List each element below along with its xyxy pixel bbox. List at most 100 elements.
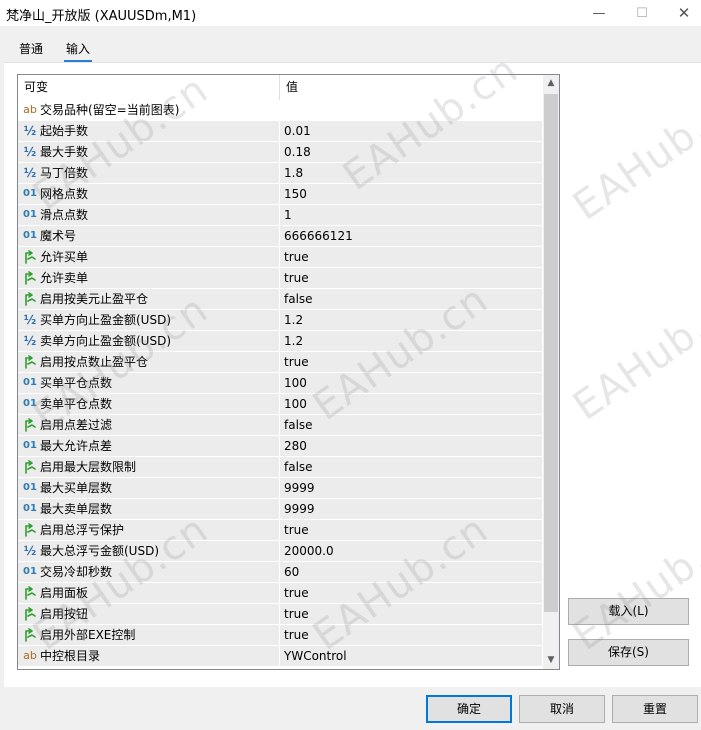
scroll-down-icon[interactable]: ▼ <box>543 652 559 669</box>
table-row[interactable]: ½ 最大手数 0.18 <box>18 142 542 163</box>
param-name-cell: ab 中控根目录 <box>18 646 280 666</box>
table-row[interactable]: 01 卖单平仓点数 100 <box>18 394 542 415</box>
grid-rows: ab 交易品种(留空=当前图表) ½ 起始手数 0.01 ½ 最大手数 0.18 ½ 马丁倍数 1.… <box>18 100 542 667</box>
param-value-cell[interactable]: true <box>280 268 542 288</box>
double-type-icon: ½ <box>23 334 37 348</box>
param-name-cell: 允许卖单 <box>18 268 280 288</box>
table-row[interactable]: 启用按美元止盈平仓 false <box>18 289 542 310</box>
param-name-cell: ½ 最大手数 <box>18 142 280 162</box>
int-type-icon: 01 <box>23 566 37 577</box>
window-title: 梵净山_开放版 (XAUUSDm,M1) <box>6 9 197 24</box>
int-type-icon: 01 <box>23 482 37 493</box>
param-value-cell[interactable]: 100 <box>280 373 542 393</box>
column-header-value[interactable]: 值 <box>280 75 542 100</box>
param-value-cell[interactable]: 9999 <box>280 499 542 519</box>
double-type-icon: ½ <box>23 166 37 180</box>
tab-common[interactable]: 普通 <box>17 40 45 60</box>
table-row[interactable]: 启用总浮亏保护 true <box>18 520 542 541</box>
vertical-scrollbar[interactable]: ▲ ▼ <box>543 75 559 669</box>
param-value-cell[interactable]: 1 <box>280 205 542 225</box>
table-row[interactable]: 01 买单平仓点数 100 <box>18 373 542 394</box>
param-value-cell[interactable]: 60 <box>280 562 542 582</box>
param-name: 起始手数 <box>40 124 89 138</box>
title-bar: 梵净山_开放版 (XAUUSDm,M1) — ☐ ✕ <box>0 0 701 26</box>
bool-type-icon <box>22 352 38 372</box>
param-name-cell: 允许买单 <box>18 247 280 267</box>
param-value-cell[interactable]: true <box>280 520 542 540</box>
param-value-cell[interactable]: 1.8 <box>280 163 542 183</box>
param-value-cell[interactable]: false <box>280 289 542 309</box>
param-name: 启用按点数止盈平仓 <box>40 355 149 369</box>
param-name-cell: ½ 马丁倍数 <box>18 163 280 183</box>
param-value-cell[interactable]: true <box>280 352 542 372</box>
table-row[interactable]: 01 魔术号 666666121 <box>18 226 542 247</box>
table-row[interactable]: ab 中控根目录 YWControl <box>18 646 542 667</box>
table-row[interactable]: 01 滑点点数 1 <box>18 205 542 226</box>
tab-inputs[interactable]: 输入 <box>64 40 93 62</box>
param-name: 魔术号 <box>40 229 77 243</box>
table-row[interactable]: 01 网格点数 150 <box>18 184 542 205</box>
param-value-cell[interactable]: 1.2 <box>280 310 542 330</box>
table-row[interactable]: 启用最大层数限制 false <box>18 457 542 478</box>
table-row[interactable]: 启用外部EXE控制 true <box>18 625 542 646</box>
param-name: 启用点差过滤 <box>40 418 113 432</box>
param-name: 交易品种(留空=当前图表) <box>40 103 180 117</box>
cancel-button[interactable]: 取消 <box>519 695 605 723</box>
param-name-cell: 启用点差过滤 <box>18 415 280 435</box>
param-value-cell[interactable]: false <box>280 457 542 477</box>
scroll-thumb[interactable] <box>544 94 558 612</box>
param-value-cell[interactable]: true <box>280 583 542 603</box>
ok-button[interactable]: 确定 <box>426 695 512 723</box>
param-value-cell[interactable]: 150 <box>280 184 542 204</box>
int-type-icon: 01 <box>23 230 37 241</box>
column-header-name[interactable]: 可变 <box>18 75 280 100</box>
table-row[interactable]: 01 最大买单层数 9999 <box>18 478 542 499</box>
bool-type-icon <box>22 457 38 477</box>
reset-button[interactable]: 重置 <box>612 695 698 723</box>
scroll-up-icon[interactable]: ▲ <box>543 75 559 92</box>
table-row[interactable]: 01 最大卖单层数 9999 <box>18 499 542 520</box>
param-value-cell[interactable]: 280 <box>280 436 542 456</box>
table-row[interactable]: ½ 最大总浮亏金额(USD) 20000.0 <box>18 541 542 562</box>
table-row[interactable]: ½ 买单方向止盈金额(USD) 1.2 <box>18 310 542 331</box>
param-value-cell[interactable] <box>280 100 542 120</box>
param-name: 最大总浮亏金额(USD) <box>40 544 160 558</box>
param-name: 卖单平仓点数 <box>40 397 113 411</box>
load-button[interactable]: 载入(L) <box>568 598 689 625</box>
double-type-icon: ½ <box>23 145 37 159</box>
param-value-cell[interactable]: 9999 <box>280 478 542 498</box>
table-row[interactable]: ½ 起始手数 0.01 <box>18 121 542 142</box>
param-value-cell[interactable]: 0.01 <box>280 121 542 141</box>
param-value-cell[interactable]: true <box>280 247 542 267</box>
table-row[interactable]: 启用按点数止盈平仓 true <box>18 352 542 373</box>
maximize-icon[interactable]: ☐ <box>620 0 664 26</box>
tab-strip: 普通 输入 <box>0 38 701 62</box>
param-value-cell[interactable]: 1.2 <box>280 331 542 351</box>
param-value-cell[interactable]: 666666121 <box>280 226 542 246</box>
table-row[interactable]: 允许买单 true <box>18 247 542 268</box>
table-row[interactable]: ½ 卖单方向止盈金额(USD) 1.2 <box>18 331 542 352</box>
string-type-icon: ab <box>23 103 37 116</box>
close-icon[interactable]: ✕ <box>662 0 701 26</box>
param-value-cell[interactable]: false <box>280 415 542 435</box>
param-value-cell[interactable]: true <box>280 625 542 645</box>
int-type-icon: 01 <box>23 440 37 451</box>
param-value-cell[interactable]: 0.18 <box>280 142 542 162</box>
save-button[interactable]: 保存(S) <box>568 639 689 666</box>
param-value-cell[interactable]: 20000.0 <box>280 541 542 561</box>
table-row[interactable]: 启用面板 true <box>18 583 542 604</box>
table-row[interactable]: 启用点差过滤 false <box>18 415 542 436</box>
minimize-icon[interactable]: — <box>577 0 621 26</box>
table-row[interactable]: ab 交易品种(留空=当前图表) <box>18 100 542 121</box>
table-row[interactable]: 01 交易冷却秒数 60 <box>18 562 542 583</box>
param-value-cell[interactable]: YWControl <box>280 646 542 666</box>
table-row[interactable]: ½ 马丁倍数 1.8 <box>18 163 542 184</box>
table-row[interactable]: 启用按钮 true <box>18 604 542 625</box>
param-value-cell[interactable]: 100 <box>280 394 542 414</box>
param-name-cell: 01 最大卖单层数 <box>18 499 280 519</box>
param-name-cell: 启用最大层数限制 <box>18 457 280 477</box>
double-type-icon: ½ <box>23 544 37 558</box>
param-value-cell[interactable]: true <box>280 604 542 624</box>
table-row[interactable]: 01 最大允许点差 280 <box>18 436 542 457</box>
table-row[interactable]: 允许卖单 true <box>18 268 542 289</box>
